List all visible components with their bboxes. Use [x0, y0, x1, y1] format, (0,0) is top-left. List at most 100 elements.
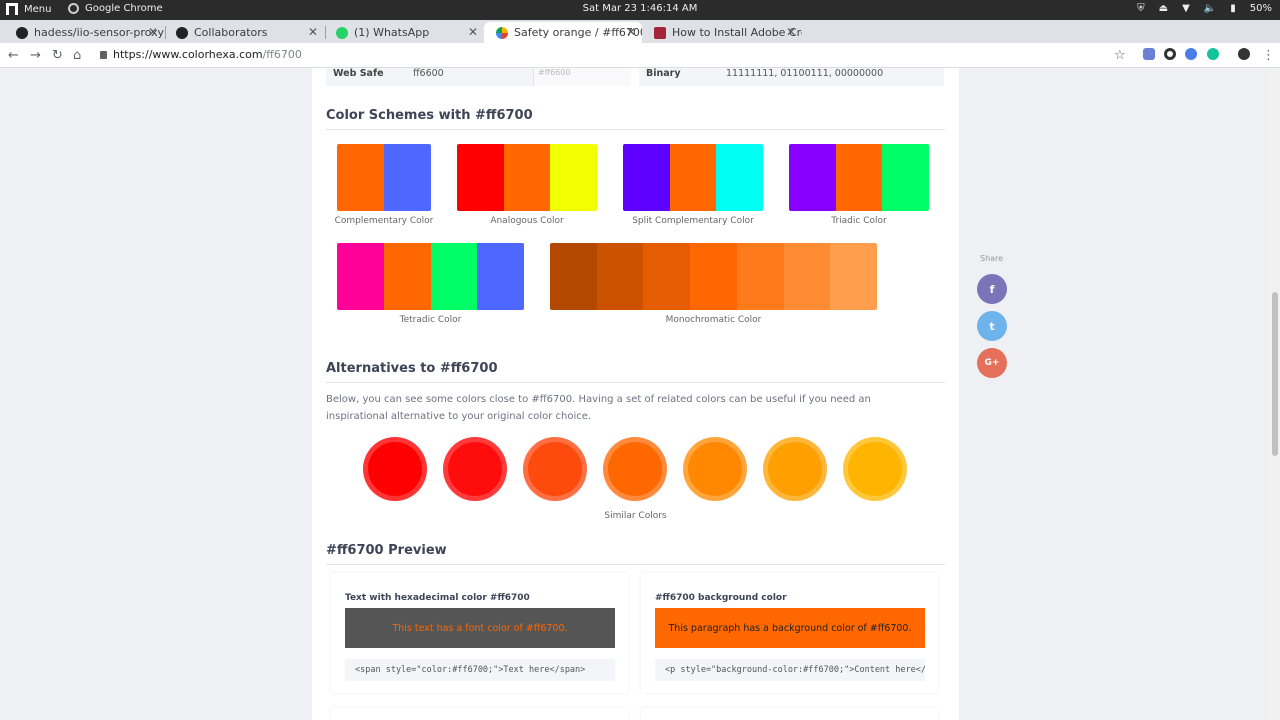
section-heading-preview: #ff6700 Preview [326, 543, 447, 558]
color-swatch[interactable] [383, 243, 431, 310]
scrollbar-thumb[interactable] [1272, 292, 1278, 456]
color-swatch[interactable] [716, 144, 763, 211]
profile-avatar[interactable] [1238, 48, 1250, 60]
close-icon[interactable]: ✕ [148, 25, 158, 39]
color-swatch[interactable] [550, 144, 597, 211]
color-swatch[interactable] [789, 144, 836, 211]
similar-color-circle[interactable] [683, 437, 747, 501]
b-extension-icon[interactable] [1185, 48, 1197, 60]
binary-row: Binary 11111111, 01100111, 00000000 [639, 68, 944, 86]
tab-whatsapp[interactable]: (1) WhatsApp ✕ [324, 22, 484, 43]
scheme-monochromatic[interactable] [550, 243, 877, 310]
home-icon[interactable]: ⌂ [73, 48, 81, 63]
similar-color-circle[interactable] [523, 437, 587, 501]
similar-color-circle[interactable] [363, 437, 427, 501]
color-swatch[interactable] [690, 243, 737, 310]
bookmark-star-icon[interactable]: ☆ [1114, 48, 1126, 63]
background-color-preview-card: #ff6700 background color This paragraph … [641, 573, 938, 693]
next-card-edge [331, 708, 628, 720]
scheme-triadic[interactable] [789, 144, 929, 211]
page-scrollbar[interactable] [1270, 68, 1280, 720]
text-color-demo: This text has a font color of #ff6700. [345, 608, 615, 648]
next-card-edge [641, 708, 938, 720]
color-swatch[interactable] [783, 243, 831, 310]
extension-icon[interactable] [1143, 48, 1155, 60]
eject-icon[interactable]: ⏏ [1159, 3, 1168, 14]
forward-icon[interactable]: → [30, 48, 41, 63]
system-clock[interactable]: Sat Mar 23 1:46:14 AM [0, 3, 1280, 14]
text-color-code[interactable]: <span style="color:#ff6700;">Text here</… [345, 659, 615, 681]
github-icon [176, 26, 188, 39]
tab-iio-sensor-proxy[interactable]: hadess/iio-sensor-proxy: ✕ [4, 22, 164, 43]
close-icon[interactable]: ✕ [626, 25, 636, 39]
similar-color-circle[interactable] [843, 437, 907, 501]
scheme-analogous[interactable] [457, 144, 597, 211]
color-swatch[interactable] [830, 243, 877, 310]
facebook-icon: f [989, 282, 995, 296]
background-color-code[interactable]: <p style="background-color:#ff6700;">Con… [655, 659, 925, 681]
tab-title: How to Install Adobe Cre [672, 26, 802, 39]
similar-color-circle[interactable] [763, 437, 827, 501]
volume-icon[interactable]: 🔈 [1204, 3, 1216, 14]
page-content: Web Safe ff6600 #ff6600 Binary 11111111,… [312, 68, 959, 720]
tab-collaborators[interactable]: Collaborators ✕ [164, 22, 324, 43]
close-icon[interactable]: ✕ [308, 25, 318, 39]
scheme-complementary[interactable] [337, 144, 431, 211]
battery-level: 50% [1249, 3, 1272, 14]
tab-colorhexa[interactable]: Safety orange / #ff6700 f ✕ [484, 22, 642, 43]
shield-icon[interactable]: ⛨ [1137, 3, 1145, 14]
github-icon [16, 26, 28, 39]
color-swatch[interactable] [596, 243, 644, 310]
twitter-share-button[interactable]: t [977, 311, 1007, 341]
similar-color-circle[interactable] [603, 437, 667, 501]
color-swatch[interactable] [623, 144, 670, 211]
tab-title: Safety orange / #ff6700 f [514, 26, 642, 39]
similar-color-circle[interactable] [443, 437, 507, 501]
color-swatch[interactable] [882, 144, 929, 211]
address-bar[interactable]: https://www.colorhexa.com/ff6700 [100, 48, 302, 61]
color-swatch[interactable] [430, 243, 478, 310]
web-safe-label: Web Safe [333, 68, 384, 79]
color-swatch[interactable] [736, 243, 784, 310]
tab-title: Collaborators [194, 26, 268, 39]
color-swatch[interactable] [457, 144, 504, 211]
scheme-split-complementary[interactable] [623, 144, 763, 211]
color-swatch[interactable] [384, 144, 431, 211]
facebook-share-button[interactable]: f [977, 274, 1007, 304]
tab-title: (1) WhatsApp [354, 26, 430, 39]
web-safe-value: ff6600 [413, 68, 444, 79]
similar-color-fill [528, 442, 582, 496]
system-bar: Menu Google Chrome Sat Mar 23 1:46:14 AM… [0, 0, 1280, 20]
section-divider [326, 564, 945, 565]
reload-icon[interactable]: ↻ [52, 48, 63, 63]
color-swatch[interactable] [669, 144, 717, 211]
color-swatch[interactable] [550, 243, 597, 310]
color-swatch[interactable] [477, 243, 524, 310]
record-extension-icon[interactable] [1164, 48, 1176, 60]
scheme-label: Triadic Color [831, 216, 887, 226]
section-divider [326, 382, 945, 383]
google-plus-share-button[interactable]: G+ [977, 348, 1007, 378]
google-plus-icon: G+ [984, 358, 1000, 368]
color-swatch[interactable] [337, 243, 384, 310]
web-safe-row: Web Safe ff6600 #ff6600 [326, 68, 631, 86]
tab-adobe[interactable]: How to Install Adobe Cre ✕ [642, 22, 802, 43]
back-icon[interactable]: ← [8, 48, 19, 63]
scheme-label: Analogous Color [490, 216, 564, 226]
color-swatch[interactable] [337, 144, 384, 211]
more-menu-icon[interactable]: ⋮ [1262, 48, 1275, 63]
wifi-icon[interactable]: ▼ [1182, 3, 1190, 14]
color-swatch[interactable] [503, 144, 551, 211]
background-color-demo: This paragraph has a background color of… [655, 608, 925, 648]
colorhexa-icon [496, 26, 508, 39]
color-swatch[interactable] [643, 243, 691, 310]
close-icon[interactable]: ✕ [468, 25, 478, 39]
scheme-label: Complementary Color [334, 216, 434, 226]
scheme-tetradic[interactable] [337, 243, 524, 310]
color-swatch[interactable] [835, 144, 883, 211]
grammarly-icon[interactable] [1207, 48, 1219, 60]
battery-icon[interactable]: ▮ [1230, 3, 1236, 14]
tab-strip: hadess/iio-sensor-proxy: ✕ Collaborators… [0, 20, 1280, 60]
close-icon[interactable]: ✕ [786, 25, 796, 39]
browser-toolbar: ← → ↻ ⌂ https://www.colorhexa.com/ff6700… [0, 43, 1280, 68]
